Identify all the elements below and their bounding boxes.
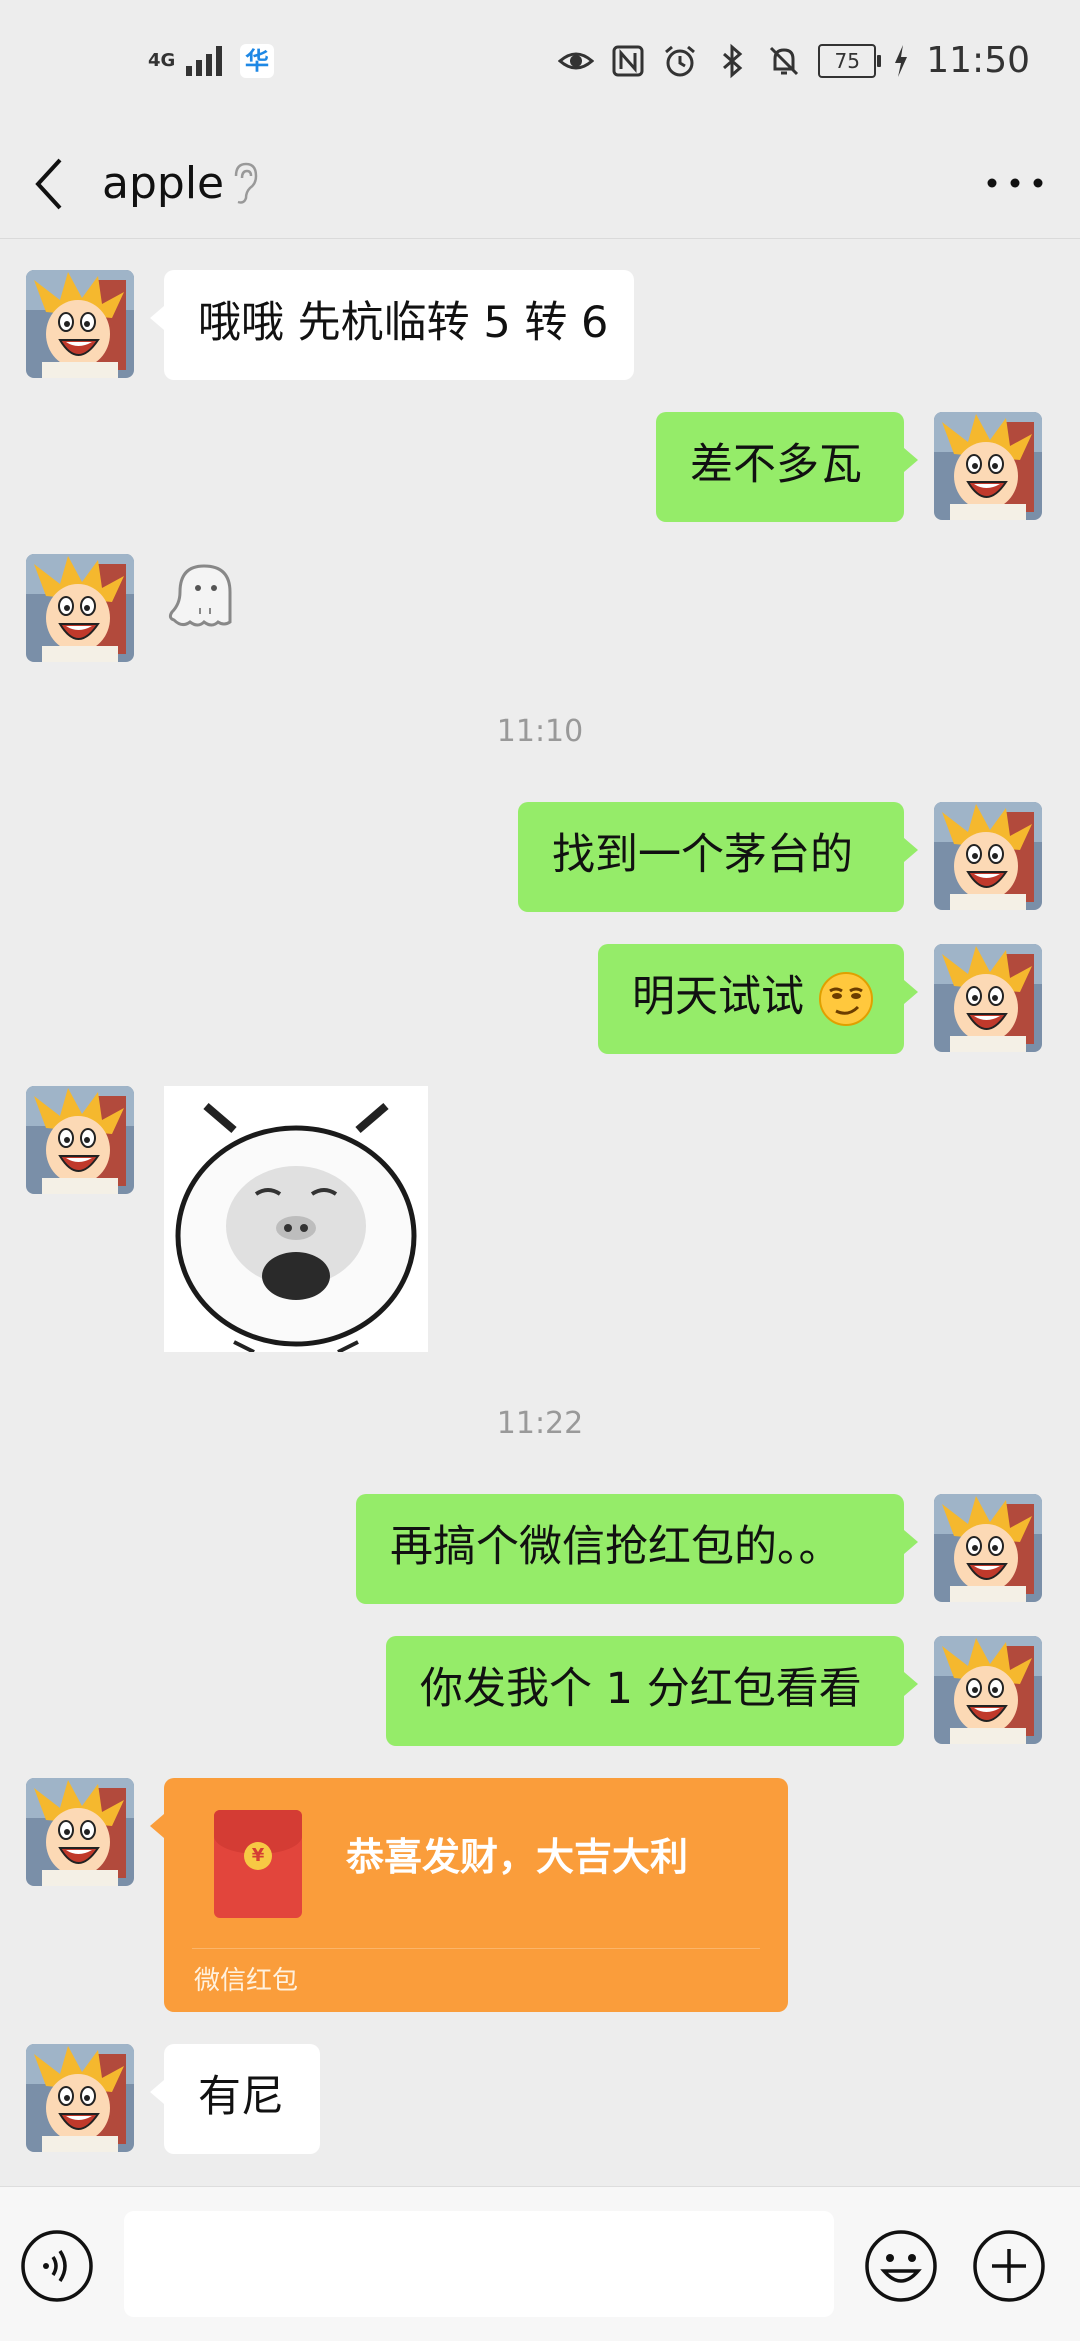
nfc-icon xyxy=(612,45,644,76)
alarm-icon xyxy=(665,45,696,76)
ghost-emoji-icon[interactable] xyxy=(164,556,244,636)
red-packet-greeting: 恭喜发财，大吉大利 xyxy=(346,1835,689,1879)
voice-input-icon[interactable] xyxy=(20,2229,94,2303)
message-text: 明天试试 xyxy=(632,972,804,1022)
more-functions-plus-icon[interactable] xyxy=(972,2229,1046,2303)
contact-avatar[interactable] xyxy=(26,1778,134,1886)
mute-bell-icon xyxy=(770,46,799,75)
outgoing-message-bubble[interactable]: 再搞个微信抢红包的。。 xyxy=(356,1494,918,1604)
status-time: 11:50 xyxy=(926,40,1030,81)
outgoing-message-bubble[interactable]: 你发我个 1 分红包看看 xyxy=(386,1636,918,1746)
contact-avatar[interactable] xyxy=(26,2044,134,2152)
message-timestamp: 11:10 xyxy=(496,714,584,749)
pig-face-sticker[interactable] xyxy=(164,1086,428,1352)
contact-avatar[interactable] xyxy=(26,554,134,662)
network-type: 4G xyxy=(148,50,176,71)
back-arrow-icon[interactable] xyxy=(28,152,68,216)
red-envelope-icon: ¥ xyxy=(214,1810,302,1918)
message-text-input[interactable] xyxy=(124,2211,834,2317)
my-avatar[interactable] xyxy=(934,944,1042,1052)
status-bar: 4G 华 75 11:50 xyxy=(0,0,1080,130)
bluetooth-icon xyxy=(723,43,743,78)
chat-header: apple xyxy=(0,130,1080,239)
yuan-coin-icon: ¥ xyxy=(244,1842,272,1870)
my-avatar[interactable] xyxy=(934,1636,1042,1744)
red-packet-card[interactable]: ¥ 恭喜发财，大吉大利 微信红包 xyxy=(150,1778,788,2012)
chat-title: apple xyxy=(102,158,225,209)
outgoing-message-bubble[interactable]: 差不多瓦 xyxy=(656,412,918,522)
emoji-picker-icon[interactable] xyxy=(864,2229,938,2303)
status-right: 75 11:50 xyxy=(558,40,1030,81)
status-left: 4G 华 xyxy=(148,44,274,78)
earpiece-mode-icon xyxy=(234,162,258,204)
eye-icon xyxy=(558,52,595,69)
more-options-icon[interactable] xyxy=(980,158,1050,208)
outgoing-message-bubble[interactable]: 找到一个茅台的 xyxy=(518,802,918,912)
incoming-message-bubble[interactable]: 哦哦 先杭临转 5 转 6 xyxy=(150,270,634,380)
outgoing-message-bubble[interactable]: 明天试试 xyxy=(598,944,918,1054)
message-timestamp: 11:22 xyxy=(496,1406,584,1441)
contact-avatar[interactable] xyxy=(26,1086,134,1194)
red-packet-divider xyxy=(192,1948,760,1949)
battery-indicator: 75 xyxy=(818,43,882,78)
charging-icon xyxy=(895,44,908,77)
app-notification-icon: 华 xyxy=(240,44,274,78)
message-input-bar xyxy=(0,2186,1080,2341)
red-packet-label: 微信红包 xyxy=(194,1966,299,1996)
smirk-face-emoji-icon xyxy=(819,972,873,1026)
my-avatar[interactable] xyxy=(934,802,1042,910)
signal-icon xyxy=(186,46,222,76)
my-avatar[interactable] xyxy=(934,412,1042,520)
contact-avatar[interactable] xyxy=(26,270,134,378)
my-avatar[interactable] xyxy=(934,1494,1042,1602)
incoming-message-bubble[interactable]: 有尼 xyxy=(150,2044,320,2154)
